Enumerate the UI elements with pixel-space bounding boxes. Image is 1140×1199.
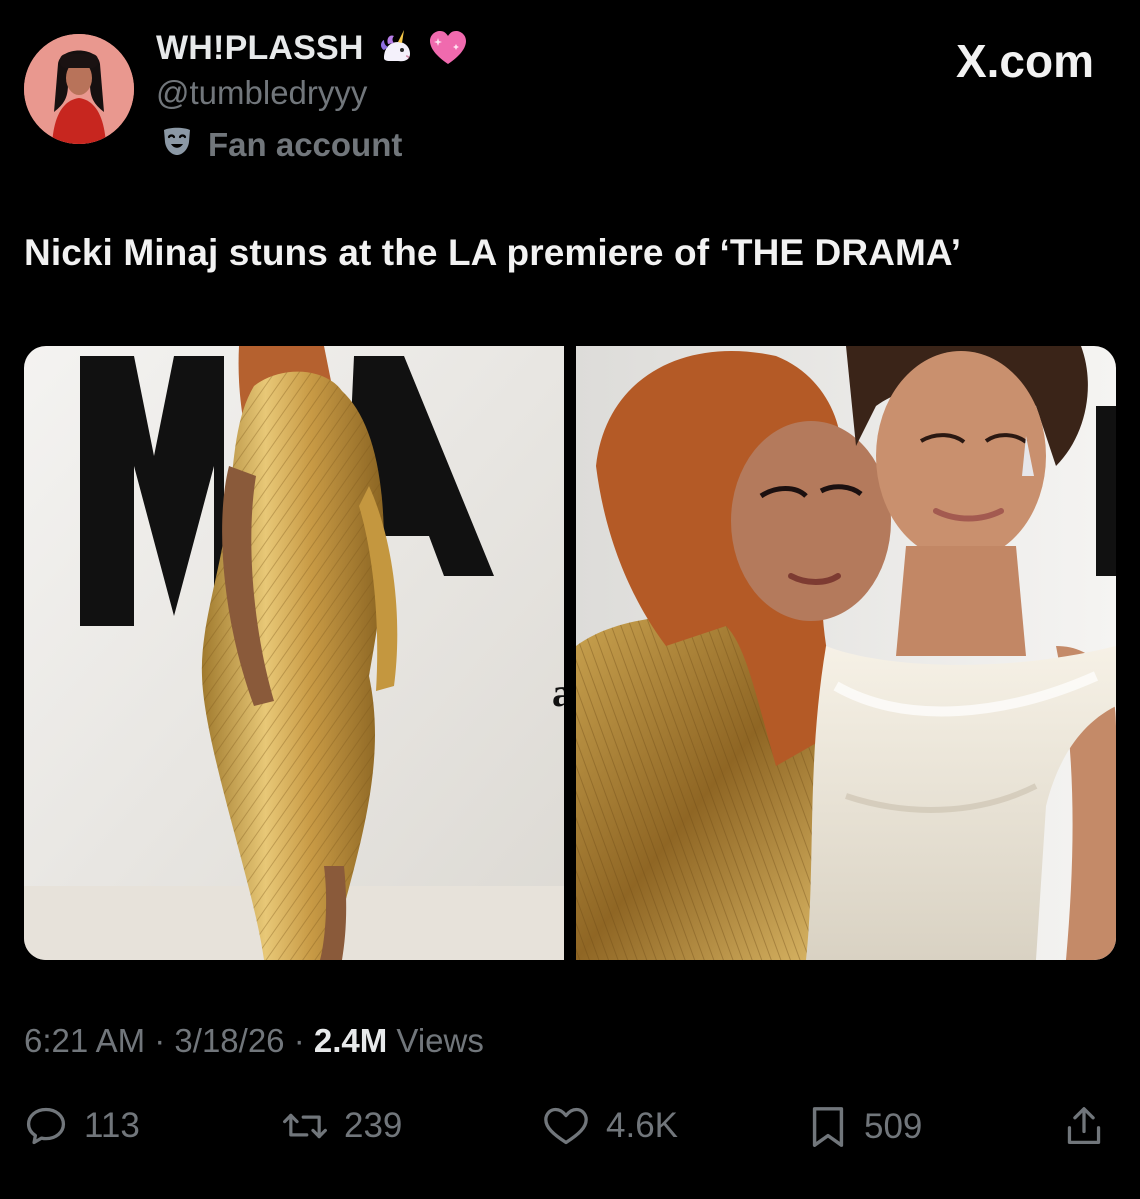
display-name-text: WH!PLASSH [156, 28, 364, 67]
like-count: 4.6K [606, 1106, 678, 1145]
account-label-text: Fan account [208, 126, 403, 163]
unicorn-icon [376, 28, 416, 68]
tweet-meta: 6:21 AM · 3/18/26 · 2.4M Views [24, 1022, 484, 1060]
svg-text:a: a [552, 670, 564, 715]
views-label: Views [396, 1022, 484, 1059]
reply-count: 113 [84, 1106, 140, 1145]
reply-button[interactable]: 113 [24, 1104, 140, 1148]
repost-icon [282, 1104, 328, 1148]
display-name[interactable]: WH!PLASSH [156, 28, 468, 68]
meta-separator: · [154, 1022, 166, 1059]
heart-icon [542, 1104, 590, 1148]
like-button[interactable]: 4.6K [542, 1104, 678, 1148]
meta-separator: · [293, 1022, 305, 1059]
reply-icon [24, 1104, 68, 1148]
tweet-date[interactable]: 3/18/26 [174, 1022, 284, 1059]
action-bar: 113 239 4.6K 509 [24, 1104, 1116, 1160]
photo-gold-dress[interactable]: a [24, 346, 564, 960]
sparkling-heart-icon [428, 28, 468, 68]
views-count: 2.4M [313, 1022, 388, 1059]
fan-account-label: Fan account [160, 124, 402, 166]
theater-masks-icon [160, 124, 194, 166]
user-handle[interactable]: @tumbledryyy [156, 74, 367, 112]
repost-count: 239 [344, 1106, 403, 1145]
share-icon [1064, 1104, 1104, 1148]
avatar[interactable] [24, 34, 134, 144]
bookmark-count: 509 [864, 1107, 923, 1146]
photo-selfie[interactable] [576, 346, 1116, 960]
media-grid: a [24, 346, 1116, 960]
bookmark-icon [808, 1104, 848, 1150]
tweet-text: Nicki Minaj stuns at the LA premiere of … [24, 232, 962, 273]
site-label: X.com [955, 35, 1094, 87]
share-button[interactable] [1064, 1104, 1104, 1148]
tweet-time[interactable]: 6:21 AM [24, 1022, 145, 1059]
bookmark-button[interactable]: 509 [808, 1104, 922, 1150]
repost-button[interactable]: 239 [282, 1104, 402, 1148]
